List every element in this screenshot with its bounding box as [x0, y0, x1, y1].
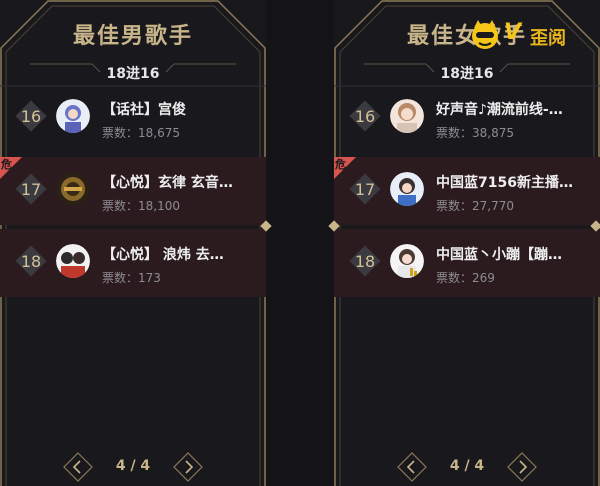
rank-badge: 18: [349, 245, 381, 277]
watermark-v: V: [504, 20, 522, 45]
avatar[interactable]: [390, 172, 424, 206]
pagination: 4 / 4: [63, 452, 203, 482]
rank-badge: 16: [15, 100, 47, 132]
next-page-icon[interactable]: [173, 452, 203, 482]
vote-count: 票数：38,875: [436, 126, 514, 140]
avatar[interactable]: [390, 99, 424, 133]
avatar[interactable]: [56, 172, 90, 206]
rank-badge: 18: [15, 245, 47, 277]
vote-count: 票数：18,100: [102, 199, 180, 213]
avatar[interactable]: [56, 244, 90, 278]
list-item[interactable]: 危 17 【心悦】玄律 玄音… 票数：18,100: [0, 157, 266, 225]
best-male-singer-panel: 最佳男歌手 18进16 16 【话社】宫俊 票数：18,675 危 17 【心悦…: [0, 0, 266, 486]
list-item[interactable]: 16 【话社】宫俊 票数：18,675: [0, 84, 266, 152]
singer-name[interactable]: 【心悦】 浪炜 去…: [102, 244, 258, 264]
vote-count: 票数：173: [102, 271, 161, 285]
vote-count: 票数：27,770: [436, 199, 514, 213]
list-item[interactable]: 18 中国蓝丶小蹦【蹦… 票数：269: [334, 229, 600, 297]
singer-name[interactable]: 【心悦】玄律 玄音…: [102, 172, 258, 192]
round-label: 18进16: [106, 66, 160, 82]
rank-badge: 17: [15, 173, 47, 205]
singer-name[interactable]: 中国蓝7156新主播…: [436, 172, 592, 192]
vote-count: 票数：269: [436, 271, 495, 285]
rank-badge: 16: [349, 100, 381, 132]
singer-name[interactable]: 中国蓝丶小蹦【蹦…: [436, 244, 592, 264]
list-item[interactable]: 16 好声音♪潮流前线-… 票数：38,875: [334, 84, 600, 152]
rank-badge: 17: [349, 173, 381, 205]
list-item[interactable]: 18 【心悦】 浪炜 去… 票数：173: [0, 229, 266, 297]
best-female-singer-panel: 最佳女歌手 18进16 16 好声音♪潮流前线-… 票数：38,875 危 17…: [334, 0, 600, 486]
avatar[interactable]: [56, 99, 90, 133]
vote-count: 票数：18,675: [102, 126, 180, 140]
singer-name[interactable]: 【话社】宫俊: [102, 99, 258, 119]
watermark-mascot-icon: [472, 20, 498, 49]
next-page-icon[interactable]: [507, 452, 537, 482]
list-item[interactable]: 危 17 中国蓝7156新主播… 票数：27,770: [334, 157, 600, 225]
avatar[interactable]: [390, 244, 424, 278]
pagination: 4 / 4: [397, 452, 537, 482]
singer-name[interactable]: 好声音♪潮流前线-…: [436, 99, 592, 119]
round-label: 18进16: [440, 66, 494, 82]
panel-title: 最佳男歌手: [72, 24, 193, 49]
watermark-logo: V 歪阅: [468, 18, 596, 52]
watermark-text: 歪阅: [530, 28, 566, 49]
